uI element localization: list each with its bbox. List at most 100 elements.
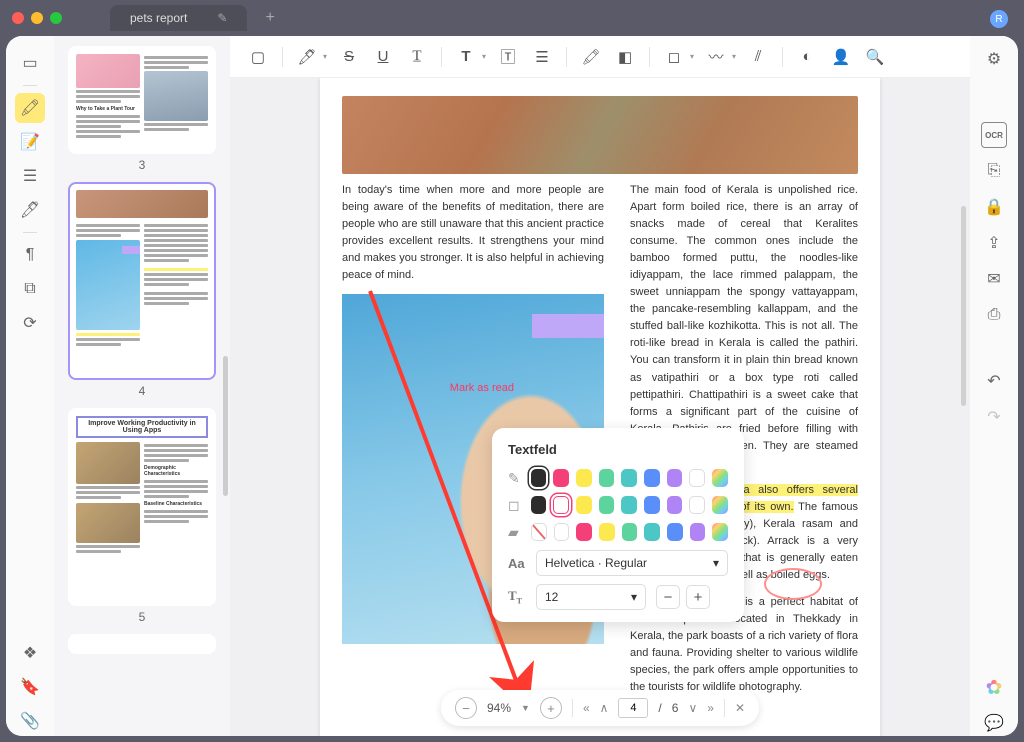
stroke-color-black[interactable]: [531, 496, 547, 514]
chevron-down-icon[interactable]: ▾: [690, 52, 694, 61]
appearance-icon[interactable]: ◐: [795, 45, 819, 69]
fill-color-yellow[interactable]: [599, 523, 615, 541]
textblock-tool-icon[interactable]: ☰: [530, 45, 554, 69]
decrease-size-button[interactable]: −: [656, 585, 680, 609]
document-scrollbar[interactable]: [961, 206, 966, 406]
marker-icon[interactable]: 🖍: [579, 45, 603, 69]
text-color-purple[interactable]: [667, 469, 683, 487]
prev-page-button[interactable]: ∧: [600, 701, 609, 715]
text-color-black[interactable]: [531, 469, 547, 487]
text-color-pink[interactable]: [553, 469, 569, 487]
ocr-icon[interactable]: OCR: [981, 122, 1007, 148]
signature-icon[interactable]: ⫽: [746, 45, 770, 69]
redo-icon[interactable]: ↷: [981, 404, 1007, 430]
bookmark-icon[interactable]: 🔖: [15, 672, 45, 702]
stroke-color-purple[interactable]: [667, 496, 683, 514]
stroke-color-yellow[interactable]: [576, 496, 592, 514]
print-icon[interactable]: ⎙: [981, 302, 1007, 328]
pages-panel-icon[interactable]: ▭: [15, 48, 45, 78]
close-bar-button[interactable]: ✕: [735, 701, 745, 715]
fill-color-blue[interactable]: [667, 523, 683, 541]
thumbnail-page-3[interactable]: Why to Take a Plant Tour: [68, 46, 216, 154]
next-page-button[interactable]: ∨: [688, 701, 697, 715]
document-tab[interactable]: pets report ✎: [110, 5, 247, 31]
text-color-teal[interactable]: [621, 469, 637, 487]
text-color-white[interactable]: [689, 469, 705, 487]
comment-icon[interactable]: 💬: [981, 710, 1007, 736]
stroke-color-custom[interactable]: [712, 496, 728, 514]
fill-color-pink[interactable]: [576, 523, 592, 541]
chevron-down-icon[interactable]: ▼: [521, 703, 530, 713]
text-color-yellow[interactable]: [576, 469, 592, 487]
window-controls[interactable]: [12, 12, 62, 24]
underline-icon[interactable]: U: [371, 45, 395, 69]
attachment-icon[interactable]: 📎: [15, 706, 45, 736]
font-family-select[interactable]: Helvetica · Regular▾: [536, 550, 728, 576]
outline-panel-icon[interactable]: ☰: [15, 161, 45, 191]
fill-color-white[interactable]: [554, 523, 570, 541]
compress-icon[interactable]: ⎘: [981, 158, 1007, 184]
circle-annotation[interactable]: [764, 568, 822, 600]
ocr-panel-icon[interactable]: ⟳: [15, 308, 45, 338]
app-logo-icon[interactable]: ✿: [981, 674, 1007, 700]
fill-color-teal[interactable]: [644, 523, 660, 541]
rename-tab-icon[interactable]: ✎: [217, 11, 227, 25]
minimize-window-icon[interactable]: [31, 12, 43, 24]
page-box-icon[interactable]: ▢: [246, 45, 270, 69]
stroke-color-pink[interactable]: [553, 496, 569, 514]
fill-color-custom[interactable]: [712, 523, 728, 541]
text-color-custom[interactable]: [712, 469, 728, 487]
stroke-color-teal[interactable]: [621, 496, 637, 514]
maximize-window-icon[interactable]: [50, 12, 62, 24]
zoom-out-button[interactable]: −: [455, 697, 477, 719]
stroke-color-blue[interactable]: [644, 496, 660, 514]
share-icon[interactable]: ⇪: [981, 230, 1007, 256]
fill-color-none[interactable]: [531, 523, 547, 541]
fill-color-green[interactable]: [622, 523, 638, 541]
document-viewport[interactable]: In today's time when more and more peopl…: [230, 78, 970, 736]
zoom-level[interactable]: 94%: [487, 701, 511, 715]
gear-icon[interactable]: ⚙: [981, 46, 1007, 72]
highlight-annotation[interactable]: [532, 314, 604, 338]
zoom-in-button[interactable]: +: [540, 697, 562, 719]
shape-tool-icon[interactable]: ◻: [662, 45, 686, 69]
notes-panel-icon[interactable]: 📝: [15, 127, 45, 157]
eraser-icon[interactable]: ◧: [613, 45, 637, 69]
close-window-icon[interactable]: [12, 12, 24, 24]
highlighter-tool-icon[interactable]: 🖍: [15, 93, 45, 123]
small-caps-icon[interactable]: T̲: [405, 45, 429, 69]
chevron-down-icon[interactable]: ▾: [323, 52, 327, 61]
chevron-down-icon[interactable]: ▾: [732, 52, 736, 61]
increase-size-button[interactable]: +: [686, 585, 710, 609]
last-page-button[interactable]: »: [707, 701, 714, 715]
text-color-green[interactable]: [599, 469, 615, 487]
current-page-input[interactable]: [618, 698, 648, 718]
user-avatar[interactable]: R: [990, 10, 1008, 28]
thumbnail-scrollbar[interactable]: [223, 356, 228, 496]
textbox-tool-icon[interactable]: 🅃: [496, 45, 520, 69]
annotations-panel-icon[interactable]: 🖊: [15, 195, 45, 225]
lock-icon[interactable]: 🔒: [981, 194, 1007, 220]
text-tool-icon[interactable]: ¶: [15, 240, 45, 270]
font-size-select[interactable]: 12▾: [536, 584, 646, 610]
thumbnail-page-5[interactable]: Improve Working Productivity in Using Ap…: [68, 408, 216, 606]
mail-icon[interactable]: ✉: [981, 266, 1007, 292]
thumbnail-page-4[interactable]: [68, 182, 216, 380]
line-style-icon[interactable]: 〰: [704, 45, 728, 69]
layers-icon[interactable]: ❖: [15, 638, 45, 668]
search-icon[interactable]: 🔍: [863, 45, 887, 69]
text-color-blue[interactable]: [644, 469, 660, 487]
fill-color-purple[interactable]: [690, 523, 706, 541]
first-page-button[interactable]: «: [583, 701, 590, 715]
undo-icon[interactable]: ↶: [981, 368, 1007, 394]
pen-style-icon[interactable]: 🖊: [295, 45, 319, 69]
strikethrough-icon[interactable]: S: [337, 45, 361, 69]
chevron-down-icon[interactable]: ▾: [482, 52, 486, 61]
type-tool-icon[interactable]: T: [454, 45, 478, 69]
thumbnail-page-6[interactable]: [68, 634, 216, 654]
annotation-label[interactable]: Mark as read: [450, 380, 514, 397]
stroke-color-white[interactable]: [689, 496, 705, 514]
crop-tool-icon[interactable]: ⧉: [15, 274, 45, 304]
stroke-color-green[interactable]: [599, 496, 615, 514]
new-tab-button[interactable]: +: [265, 9, 274, 27]
